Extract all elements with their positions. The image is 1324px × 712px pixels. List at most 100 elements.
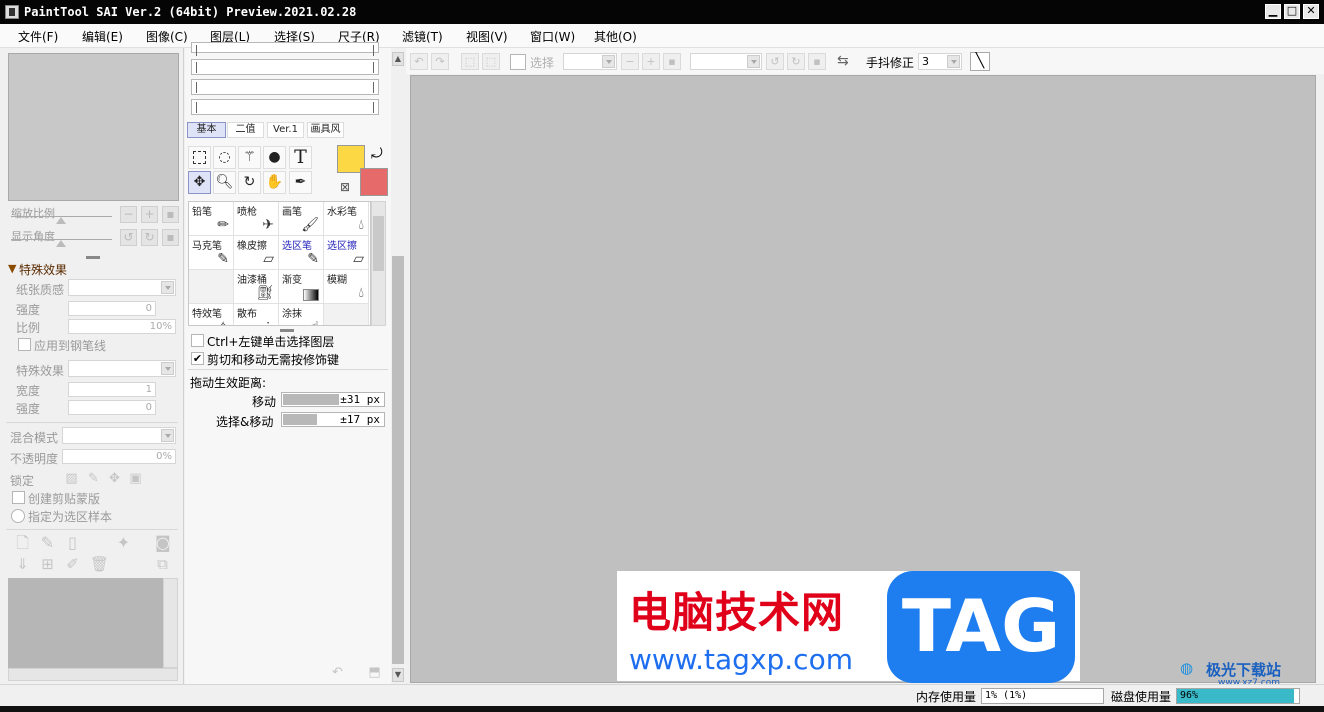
scroll-up-button[interactable]: ▲ xyxy=(392,52,404,66)
secondary-color-swatch[interactable] xyxy=(360,168,388,196)
layer-list[interactable] xyxy=(8,578,163,668)
transfer-down-icon[interactable]: ⇓ xyxy=(15,557,30,572)
angle-slider-thumb[interactable] xyxy=(56,240,66,247)
rotate-left-button[interactable]: ↺ xyxy=(120,229,137,246)
lock-all-icon[interactable]: ▣ xyxy=(128,471,143,486)
menu-window[interactable]: 窗口(W) xyxy=(530,28,575,45)
brush-slot[interactable]: 铅笔 ✏ xyxy=(189,202,234,236)
deselect-button[interactable]: ⬚ xyxy=(461,53,479,70)
strength-field[interactable]: 0 xyxy=(68,301,156,316)
clear-layer-icon[interactable]: ✐ xyxy=(65,557,80,572)
panel-splitter-handle[interactable] xyxy=(280,329,294,332)
rotate-left-toolbar-button[interactable]: ↺ xyxy=(766,53,784,70)
zoom-tool[interactable]: 🔍︎ xyxy=(213,171,236,194)
tab-basic[interactable]: 基本 xyxy=(187,122,226,138)
tab-paint-style[interactable]: 画具风 xyxy=(307,122,344,138)
eyedropper-tool[interactable]: ✒ xyxy=(289,171,312,194)
layer-list-scrollbar[interactable] xyxy=(163,578,178,668)
move-distance-slider[interactable]: ±31 px xyxy=(281,392,385,407)
brush-slot[interactable]: 马克笔 ✎ xyxy=(189,236,234,270)
lasso-tool[interactable]: ◌ xyxy=(213,146,236,169)
opacity-field[interactable]: 0% xyxy=(62,449,176,464)
selection-source-radio[interactable] xyxy=(11,509,25,523)
special-effect-select[interactable] xyxy=(68,360,176,377)
brush-slot[interactable]: 选区笔 ✎ xyxy=(279,236,324,270)
move-tool[interactable]: ✥ xyxy=(188,171,211,194)
rect-select-tool[interactable] xyxy=(188,146,211,169)
menu-edit[interactable]: 编辑(E) xyxy=(82,28,123,45)
select-move-distance-slider[interactable]: ±17 px xyxy=(281,412,385,427)
effect-layer-icon[interactable]: ✦ xyxy=(116,535,131,551)
zoom-reset-toolbar-button[interactable]: ▪ xyxy=(663,53,681,70)
effects-header[interactable]: 特殊效果 xyxy=(19,261,67,278)
panel-splitter-handle[interactable] xyxy=(86,256,100,259)
merge-down-icon[interactable]: ⊞ xyxy=(40,557,55,572)
brush-slot[interactable]: 散布 ⁘ xyxy=(234,304,279,325)
brush-slot[interactable] xyxy=(324,304,369,325)
redo-button[interactable]: ↷ xyxy=(431,53,449,70)
rotate-right-toolbar-button[interactable]: ↻ xyxy=(787,53,805,70)
close-button[interactable]: ✕ xyxy=(1303,4,1319,19)
menu-filter[interactable]: 滤镜(T) xyxy=(402,28,443,45)
color-slider[interactable] xyxy=(191,59,379,75)
brush-slot[interactable]: 渐变 xyxy=(279,270,324,304)
lock-transparency-icon[interactable]: ▨ xyxy=(64,471,79,486)
transparent-color-icon[interactable]: ⊠ xyxy=(340,180,350,194)
zoom-in-toolbar-button[interactable]: + xyxy=(642,53,660,70)
scale-field[interactable]: 10% xyxy=(68,319,176,334)
shape-tool[interactable]: ● xyxy=(263,146,286,169)
swap-colors-icon[interactable]: ⤾ xyxy=(371,146,383,162)
rotate-reset-toolbar-button[interactable]: ▪ xyxy=(808,53,826,70)
invert-selection-button[interactable]: ⬚ xyxy=(482,53,500,70)
rotate-reset-button[interactable]: ▪ xyxy=(162,229,179,246)
lock-paint-icon[interactable]: ✎ xyxy=(86,471,101,486)
brush-slot[interactable]: 模糊 💧︎ xyxy=(324,270,369,304)
save-history-icon[interactable]: ⬒ xyxy=(367,665,382,680)
zoom-select[interactable] xyxy=(690,53,762,70)
zoom-out-button[interactable]: − xyxy=(120,206,137,223)
mask-icon[interactable]: ◙ xyxy=(155,535,171,551)
text-tool[interactable]: T xyxy=(289,146,312,169)
panel-scroll-thumb[interactable] xyxy=(392,256,404,664)
tab-binary[interactable]: 二值 xyxy=(227,122,264,138)
brush-grid-scrollbar[interactable] xyxy=(371,201,386,326)
zoom-out-toolbar-button[interactable]: − xyxy=(621,53,639,70)
rotate-tool[interactable]: ↻ xyxy=(238,171,261,194)
no-modifier-checkbox[interactable]: ✔ xyxy=(191,352,204,365)
color-slider[interactable] xyxy=(191,42,379,56)
width-field[interactable]: 1 xyxy=(68,382,156,397)
new-folder-icon[interactable]: ▯ xyxy=(65,535,80,551)
strength2-field[interactable]: 0 xyxy=(68,400,156,415)
brush-slot[interactable]: 喷枪 ✈ xyxy=(234,202,279,236)
brush-slot[interactable] xyxy=(189,270,234,304)
navigator-preview[interactable] xyxy=(8,53,179,201)
menu-image[interactable]: 图像(C) xyxy=(146,28,188,45)
maximize-button[interactable]: □ xyxy=(1284,4,1300,19)
brush-slot[interactable]: 画笔 🖌︎ xyxy=(279,202,324,236)
delete-layer-icon[interactable]: 🗑 xyxy=(90,557,109,572)
collapse-arrow-icon[interactable]: ▼ xyxy=(8,262,16,275)
select-checkbox[interactable] xyxy=(510,54,526,70)
rotate-right-button[interactable]: ↻ xyxy=(141,229,158,246)
zoom-in-button[interactable]: + xyxy=(141,206,158,223)
new-layer-icon[interactable]: 🗋 xyxy=(15,535,30,551)
flip-horizontal-icon[interactable]: ⇆ xyxy=(837,53,849,69)
ctrl-select-checkbox[interactable] xyxy=(191,334,204,347)
stabilizer-select[interactable]: 3 xyxy=(918,53,962,70)
brush-slot[interactable]: 橡皮擦 ▱ xyxy=(234,236,279,270)
mask-merge-icon[interactable]: ⧉ xyxy=(155,557,170,572)
selection-mode-select[interactable] xyxy=(563,53,617,70)
scroll-down-button[interactable]: ▼ xyxy=(392,668,404,682)
minimize-button[interactable]: ▁ xyxy=(1265,4,1281,19)
menu-file[interactable]: 文件(F) xyxy=(18,28,58,45)
hand-tool[interactable]: ✋ xyxy=(263,171,286,194)
clip-mask-checkbox[interactable] xyxy=(12,491,25,504)
zoom-reset-button[interactable]: ▪ xyxy=(162,206,179,223)
paper-texture-select[interactable] xyxy=(68,279,176,296)
apply-to-pen-checkbox[interactable] xyxy=(18,338,31,351)
brush-slot[interactable]: 水彩笔 💧︎ xyxy=(324,202,369,236)
brush-slot[interactable]: 涂抹 ☝ xyxy=(279,304,324,325)
magic-wand-tool[interactable]: ⚚ xyxy=(238,146,261,169)
tab-ver1[interactable]: Ver.1 xyxy=(267,122,304,138)
blend-mode-select[interactable] xyxy=(62,427,176,444)
